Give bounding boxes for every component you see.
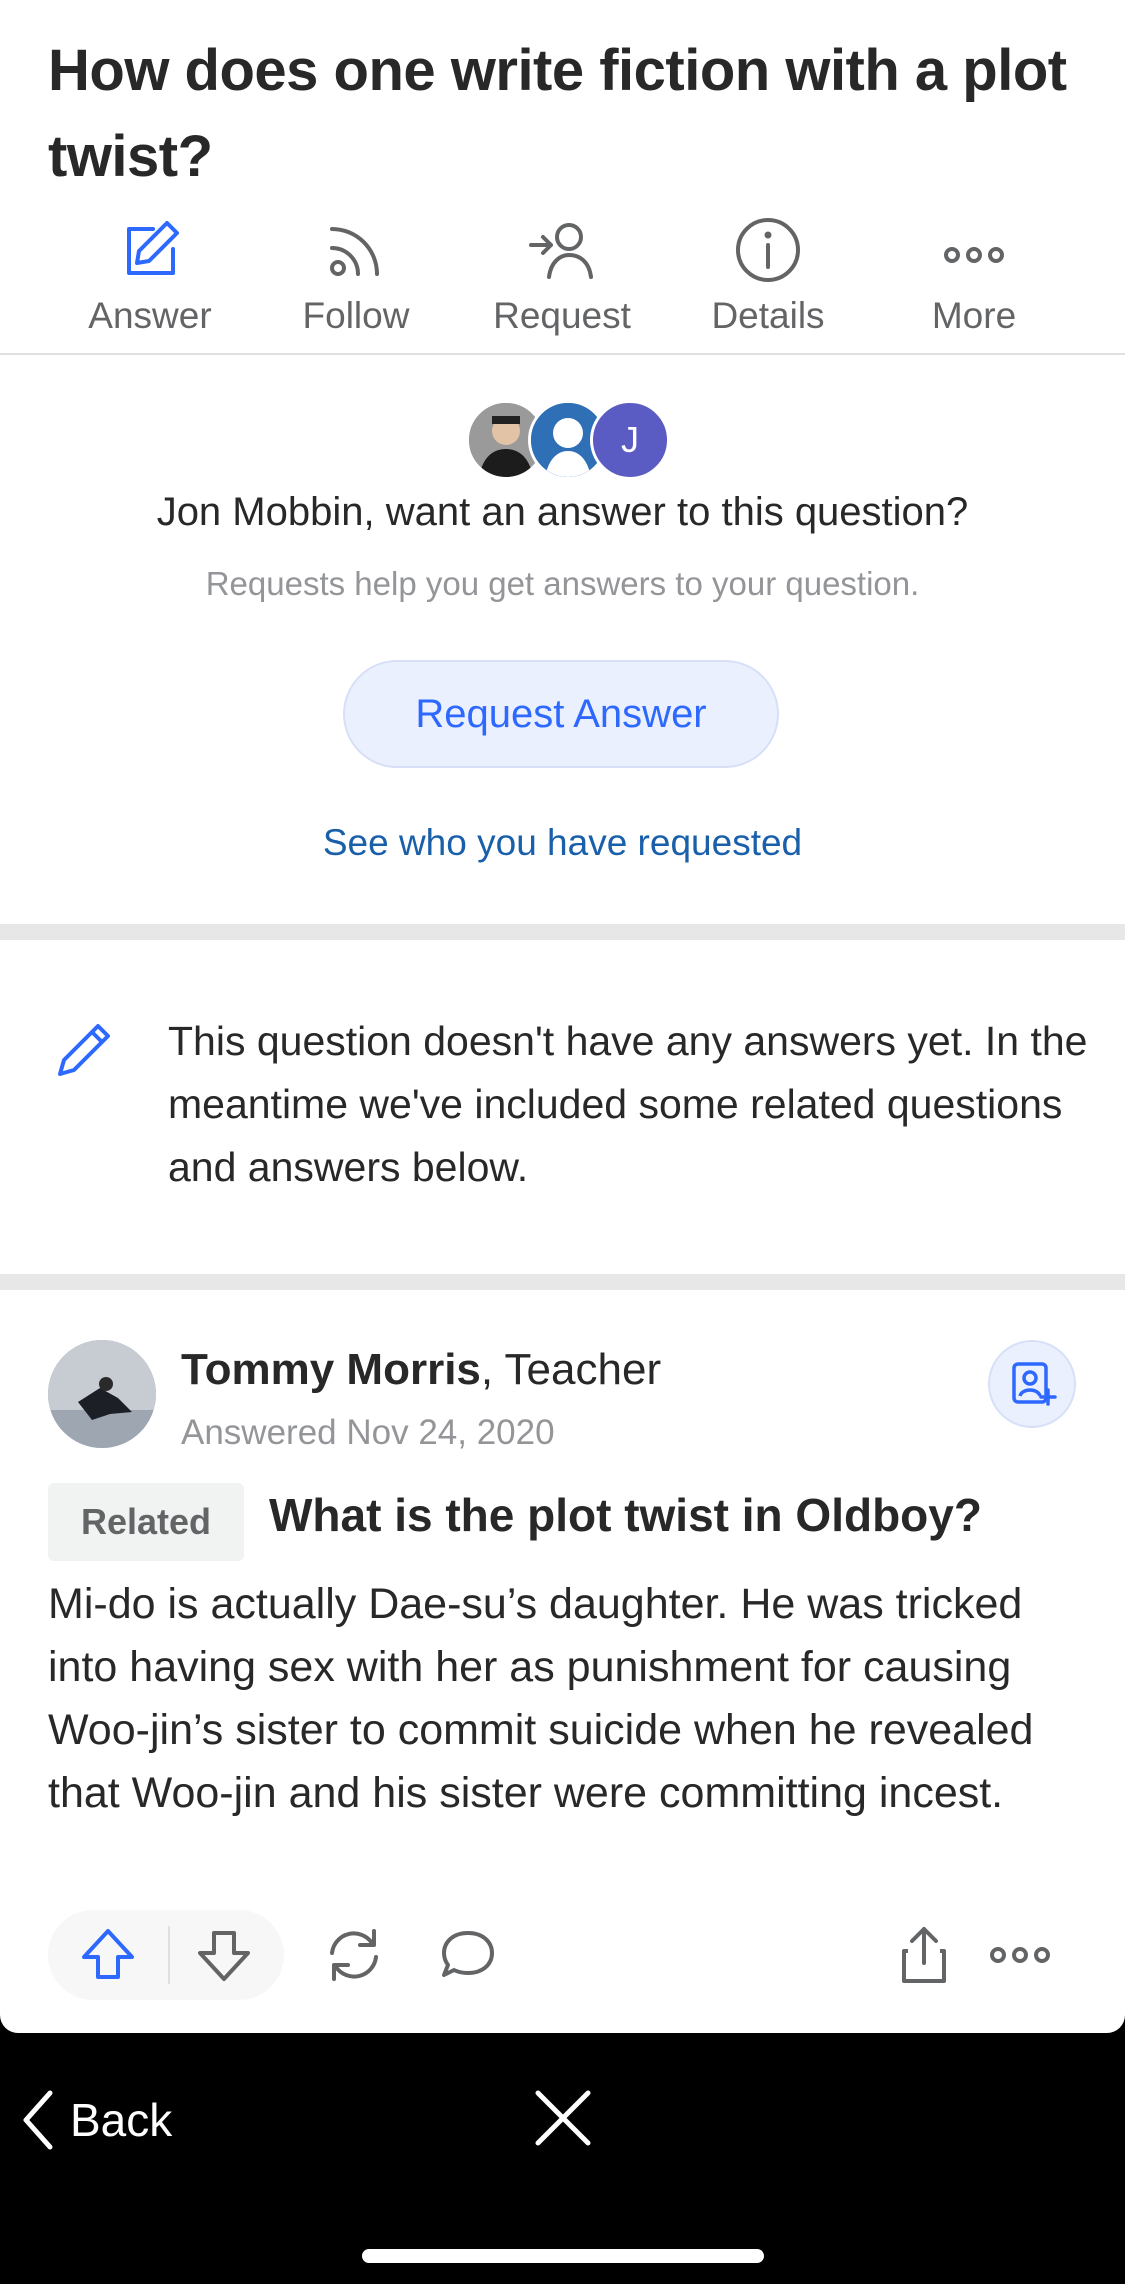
pencil-icon <box>58 1024 110 1076</box>
vote-pill <box>48 1910 284 2000</box>
section-divider <box>0 1274 1125 1290</box>
related-tag: Related <box>48 1483 244 1561</box>
author-line: Tommy Morris, Teacher <box>181 1345 661 1395</box>
downvote-icon[interactable] <box>188 1919 260 1991</box>
answer-button[interactable]: Answer <box>47 215 253 355</box>
request-heading: Jon Mobbin, want an answer to this quest… <box>156 490 969 534</box>
related-question-link[interactable]: What is the plot twist in Oldboy? <box>269 1488 982 1542</box>
share-icon[interactable] <box>888 1919 960 1991</box>
vote-separator <box>168 1926 170 1984</box>
follow-author-button[interactable] <box>988 1340 1076 1428</box>
details-button[interactable]: Details <box>665 215 871 355</box>
author-name[interactable]: Tommy Morris <box>181 1345 481 1394</box>
pencil-square-icon <box>127 221 179 275</box>
share-reshare-icon[interactable] <box>318 1919 390 1991</box>
author-credential: , Teacher <box>480 1345 662 1394</box>
chevron-left-icon[interactable] <box>18 2085 58 2155</box>
info-circle-icon <box>736 218 800 282</box>
close-icon[interactable] <box>530 2085 596 2151</box>
home-indicator <box>362 2249 764 2263</box>
see-requested-link[interactable]: See who you have requested <box>0 822 1125 864</box>
question-action-bar: Answer Follow Request Details More <box>0 215 1125 355</box>
comment-icon[interactable] <box>432 1919 504 1991</box>
more-button[interactable]: More <box>871 215 1077 355</box>
answered-date: Answered Nov 24, 2020 <box>181 1413 555 1452</box>
request-label: Request <box>493 295 631 336</box>
question-title: How does one write fiction with a plot t… <box>48 38 1067 189</box>
question-page: How does one write fiction with a plot t… <box>0 0 1125 2033</box>
action-bar-divider <box>0 353 1125 355</box>
no-answers-notice: This question doesn't have any answers y… <box>168 1018 1088 1190</box>
author-avatar[interactable] <box>48 1340 156 1448</box>
more-options-icon[interactable] <box>984 1919 1056 1991</box>
upvote-icon[interactable] <box>72 1919 144 1991</box>
follow-button[interactable]: Follow <box>253 215 459 355</box>
follow-label: Follow <box>302 295 410 336</box>
back-button[interactable]: Back <box>70 2093 172 2147</box>
answer-label: Answer <box>88 295 212 336</box>
more-label: More <box>931 295 1017 336</box>
more-dots-icon <box>944 247 1004 263</box>
details-label: Details <box>711 295 825 336</box>
request-subtext: Requests help you get answers to your qu… <box>205 565 920 602</box>
request-answer-button[interactable]: Request Answer <box>343 660 779 768</box>
request-person-icon <box>529 223 593 279</box>
avatar: J <box>590 400 670 480</box>
suggested-answerers-avatars: J <box>466 400 670 480</box>
request-button[interactable]: Request <box>459 215 665 355</box>
answer-body[interactable]: Mi-do is actually Dae-su’s daughter. He … <box>48 1573 1088 1825</box>
section-divider <box>0 924 1125 940</box>
follow-person-icon <box>1012 1362 1057 1406</box>
rss-follow-icon <box>330 227 379 276</box>
